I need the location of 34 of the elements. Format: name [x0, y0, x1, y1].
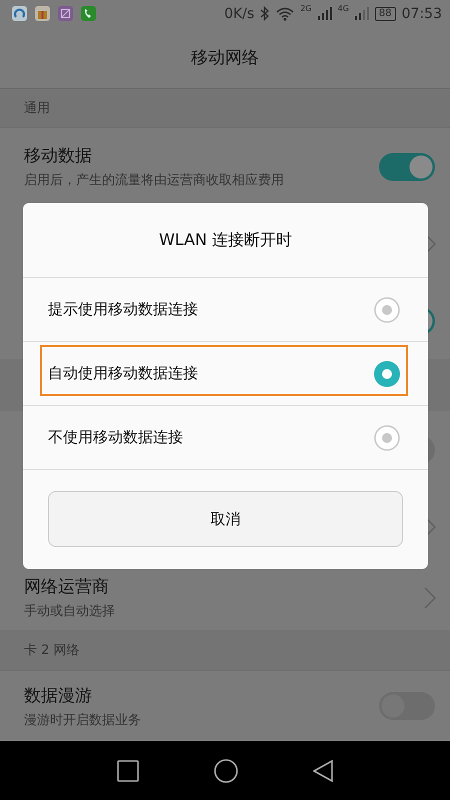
home-icon[interactable]: [214, 758, 238, 783]
option-label[interactable]: 自动使用移动数据连接: [48, 364, 374, 383]
signal-icon: [354, 7, 369, 20]
chevron-right-icon: [424, 586, 436, 609]
section-header: 通用: [0, 89, 450, 128]
clock: 07:53: [402, 6, 442, 22]
network-speed: 0K/s: [224, 6, 254, 22]
signal-icon: [318, 7, 332, 20]
setting-subtitle: 启用后，产生的流量将由运营商收取相应费用: [24, 172, 285, 190]
phone-icon: [81, 6, 96, 22]
radio-button[interactable]: [374, 296, 400, 322]
option-label[interactable]: 不使用移动数据连接: [48, 428, 374, 447]
network-type: 2G: [300, 4, 312, 13]
gift-icon: [35, 6, 50, 22]
network-type: 4G: [338, 4, 349, 13]
radio-button[interactable]: [374, 360, 400, 386]
gallery-icon: [58, 6, 73, 22]
radio-button[interactable]: [374, 424, 400, 450]
setting-subtitle: 手动或自动选择: [24, 603, 116, 620]
setting-subtitle: 漫游时开启数据业务: [24, 712, 142, 729]
app-icon: [12, 6, 27, 22]
battery-level: 88: [374, 6, 396, 21]
setting-title[interactable]: 移动数据: [24, 144, 378, 168]
dialog-title: WLAN 连接断开时: [23, 203, 428, 278]
recents-icon[interactable]: [117, 760, 140, 782]
setting-title[interactable]: 数据漫游: [24, 684, 378, 707]
setting-title[interactable]: 网络运营商: [24, 575, 424, 598]
option-label[interactable]: 提示使用移动数据连接: [48, 300, 374, 319]
back-icon[interactable]: [312, 760, 333, 782]
cancel-button[interactable]: 取消: [48, 491, 403, 547]
bluetooth-icon: [260, 6, 270, 22]
toggle-switch[interactable]: [378, 152, 436, 182]
wifi-icon: [276, 6, 294, 21]
section-header: 卡 2 网络: [0, 630, 450, 672]
